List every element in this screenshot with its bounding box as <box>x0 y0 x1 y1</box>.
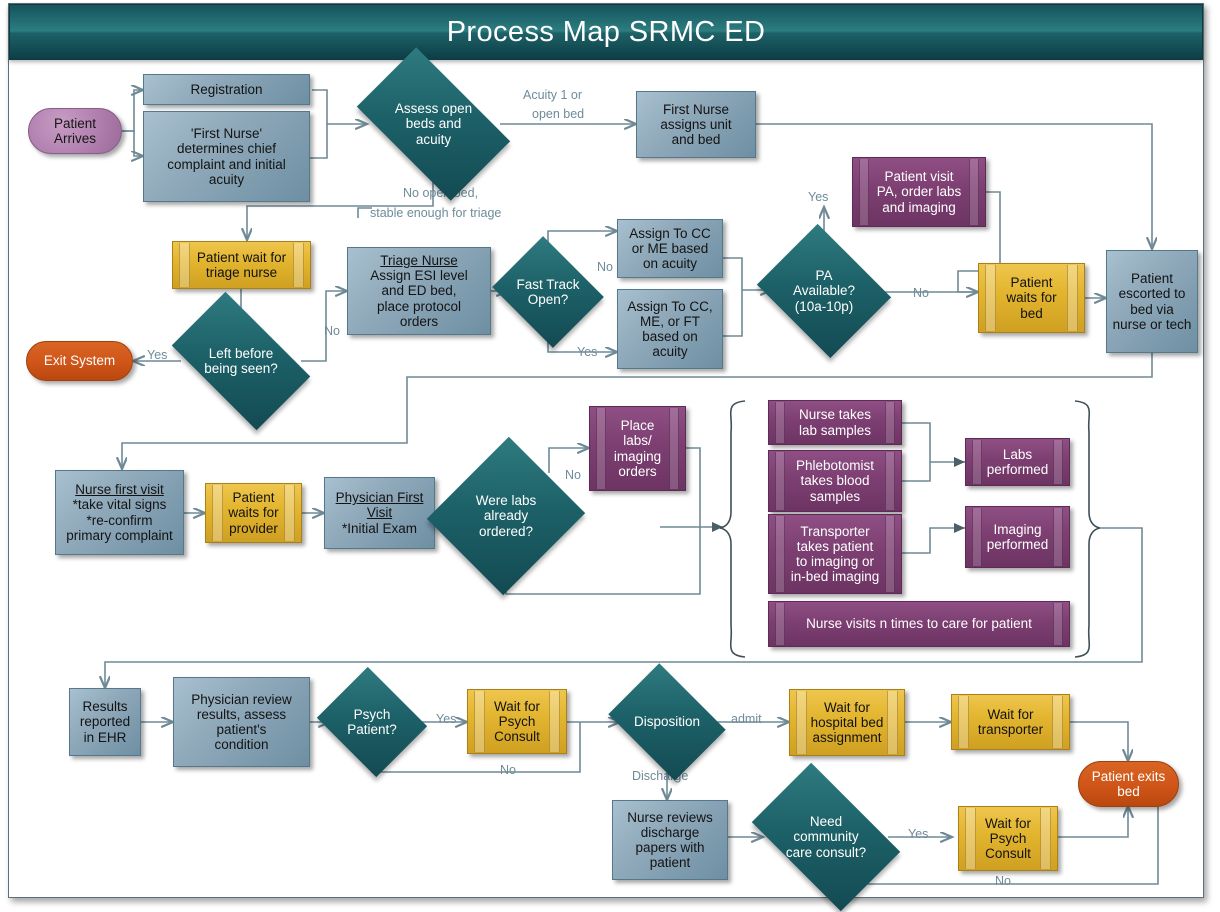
node-patient-escorted-to-bed[interactable]: Patient escorted to bed via nurse or tec… <box>1106 250 1198 353</box>
node-patient-escorted-to-bed-label: Patient escorted to bed via nurse or tec… <box>1112 271 1192 332</box>
node-nurse-first-visit[interactable]: Nurse first visit *take vital signs *re-… <box>55 470 184 555</box>
node-place-labs-orders[interactable]: Place labs/ imaging orders <box>589 406 686 491</box>
node-left-before-seen-label: Left before being seen? <box>204 345 278 376</box>
node-exit-system-label: Exit System <box>43 353 116 369</box>
node-fast-track-open-label: Fast Track Open? <box>516 276 580 307</box>
node-nurse-takes-lab-samples[interactable]: Nurse takes lab samples <box>768 400 902 445</box>
node-assign-cc-me-ft[interactable]: Assign To CC, ME, or FT based on acuity <box>617 289 723 369</box>
node-patient-waits-bed[interactable]: Patient waits for bed <box>978 263 1085 333</box>
node-assign-cc-me-label: Assign To CC or ME based on acuity <box>629 225 711 272</box>
edge-label-pa-yes: Yes <box>808 190 829 204</box>
node-patient-waits-bed-label: Patient waits for bed <box>1006 275 1057 321</box>
node-results-reported-ehr[interactable]: Results reported in EHR <box>69 688 141 756</box>
node-pa-available-label: PA Available? (10a-10p) <box>792 268 856 314</box>
node-nurse-first-visit-body: *take vital signs *re-confirm primary co… <box>66 497 173 543</box>
node-place-labs-orders-label: Place labs/ imaging orders <box>613 418 662 479</box>
node-phlebotomist-takes-blood-label: Phlebotomist takes blood samples <box>795 458 875 504</box>
node-nurse-visits-n-times-label: Nurse visits n times to care for patient <box>806 616 1032 632</box>
node-labs-performed-label: Labs performed <box>986 446 1049 477</box>
node-imaging-performed[interactable]: Imaging performed <box>965 506 1070 568</box>
node-results-reported-ehr-label: Results reported in EHR <box>79 699 131 745</box>
node-disposition-label: Disposition <box>633 714 701 730</box>
node-physician-first-visit-body: *Initial Exam <box>341 520 418 536</box>
node-wait-psych-consult-2[interactable]: Wait for Psych Consult <box>958 806 1058 871</box>
node-wait-hospital-bed-assignment[interactable]: Wait for hospital bed assignment <box>789 689 905 756</box>
node-exit-system[interactable]: Exit System <box>26 341 133 381</box>
node-patient-exits-bed-label: Patient exits bed <box>1091 768 1166 799</box>
node-nurse-takes-lab-samples-label: Nurse takes lab samples <box>798 407 872 438</box>
process-map-canvas: Process Map SRMC ED Acuity 1 or open bed… <box>0 0 1220 912</box>
node-patient-waits-provider-label: Patient waits for provider <box>228 490 279 536</box>
node-wait-psych-consult-1[interactable]: Wait for Psych Consult <box>467 689 567 754</box>
edge-label-psych-no: No <box>500 763 516 777</box>
edge-label-ft-no: No <box>597 260 613 274</box>
node-imaging-performed-label: Imaging performed <box>986 521 1049 552</box>
node-transporter-takes-patient[interactable]: Transporter takes patient to imaging or … <box>768 514 902 594</box>
node-nurse-reviews-discharge-label: Nurse reviews discharge papers with pati… <box>627 809 713 871</box>
node-left-before-seen[interactable]: Left before being seen? <box>171 291 311 431</box>
page-title: Process Map SRMC ED <box>446 15 766 48</box>
edge-label-acuity-1: Acuity 1 or <box>523 88 583 102</box>
node-registration-label: Registration <box>190 81 263 97</box>
node-nurse-reviews-discharge[interactable]: Nurse reviews discharge papers with pati… <box>612 800 728 880</box>
node-wait-psych-consult-1-label: Wait for Psych Consult <box>493 698 540 745</box>
node-triage-nurse-title: Triage Nurse <box>380 253 458 269</box>
node-need-community-care[interactable]: Need community care consult? <box>751 762 901 912</box>
edge-label-community-yes: Yes <box>908 827 929 841</box>
edge-label-noopenbed-2: stable enough for triage <box>370 206 502 220</box>
node-registration[interactable]: Registration <box>143 74 310 105</box>
node-nurse-first-visit-title: Nurse first visit <box>75 482 164 498</box>
node-patient-wait-triage[interactable]: Patient wait for triage nurse <box>172 241 311 289</box>
edge-label-admit: admit <box>731 712 762 726</box>
node-patient-exits-bed[interactable]: Patient exits bed <box>1078 761 1179 807</box>
node-assess-open-beds-label: Assess open beds and acuity <box>394 101 473 147</box>
node-triage-nurse[interactable]: Triage Nurse Assign ESI level and ED bed… <box>347 247 491 335</box>
edge-label-left-yes: Yes <box>147 348 168 362</box>
title-banner: Process Map SRMC ED <box>9 4 1203 60</box>
node-patient-arrives[interactable]: Patient Arrives <box>28 108 122 154</box>
node-wait-hospital-bed-assignment-label: Wait for hospital bed assignment <box>810 699 884 746</box>
node-patient-visit-pa-label: Patient visit PA, order labs and imaging <box>876 169 962 215</box>
node-were-labs-ordered[interactable]: Were labs already ordered? <box>426 436 586 596</box>
node-need-community-care-label: Need community care consult? <box>785 814 867 860</box>
node-patient-waits-provider[interactable]: Patient waits for provider <box>205 483 302 543</box>
node-first-nurse-assigns-label: First Nurse assigns unit and bed <box>660 101 732 148</box>
node-physician-first-visit[interactable]: Physician First Visit *Initial Exam <box>324 477 435 549</box>
edge-label-left-no: No <box>324 324 340 338</box>
node-nurse-visits-n-times[interactable]: Nurse visits n times to care for patient <box>768 601 1070 647</box>
node-psych-patient-label: Psych Patient? <box>347 706 397 737</box>
edge-label-acuity-2: open bed <box>532 107 585 121</box>
node-were-labs-ordered-label: Were labs already ordered? <box>475 493 537 539</box>
node-physician-first-visit-title: Physician First Visit <box>335 490 424 521</box>
node-transporter-takes-patient-label: Transporter takes patient to imaging or … <box>790 523 880 585</box>
node-triage-nurse-body: Assign ESI level and ED bed, place proto… <box>370 268 468 329</box>
node-assign-cc-me[interactable]: Assign To CC or ME based on acuity <box>617 219 723 278</box>
node-labs-performed[interactable]: Labs performed <box>965 438 1070 486</box>
node-patient-wait-triage-label: Patient wait for triage nurse <box>196 249 287 280</box>
node-fast-track-open[interactable]: Fast Track Open? <box>492 236 604 348</box>
node-patient-visit-pa[interactable]: Patient visit PA, order labs and imaging <box>852 157 986 227</box>
edge-label-pa-no: No <box>913 286 929 300</box>
node-physician-review-results[interactable]: Physician review results, assess patient… <box>173 677 310 767</box>
node-psych-patient[interactable]: Psych Patient? <box>316 666 428 778</box>
node-disposition[interactable]: Disposition <box>608 663 726 781</box>
node-wait-transporter-label: Wait for transporter <box>977 706 1044 737</box>
edge-label-ft-yes: Yes <box>577 345 598 359</box>
node-assess-open-beds[interactable]: Assess open beds and acuity <box>356 47 511 201</box>
node-first-nurse-assigns[interactable]: First Nurse assigns unit and bed <box>636 91 756 158</box>
node-patient-arrives-label: Patient Arrives <box>53 115 97 146</box>
node-physician-review-results-label: Physician review results, assess patient… <box>191 691 292 753</box>
node-pa-available[interactable]: PA Available? (10a-10p) <box>756 223 892 359</box>
node-first-nurse-determines-label: 'First Nurse' determines chief complaint… <box>167 126 286 187</box>
node-phlebotomist-takes-blood[interactable]: Phlebotomist takes blood samples <box>768 450 902 512</box>
edge-label-psych-yes: Yes <box>436 712 457 726</box>
node-assign-cc-me-ft-label: Assign To CC, ME, or FT based on acuity <box>627 298 713 360</box>
edge-label-community-no: No <box>995 874 1011 888</box>
node-wait-transporter[interactable]: Wait for transporter <box>951 694 1070 750</box>
node-wait-psych-consult-2-label: Wait for Psych Consult <box>984 815 1031 862</box>
edge-label-labs-no: No <box>565 468 581 482</box>
node-first-nurse-determines[interactable]: 'First Nurse' determines chief complaint… <box>143 111 310 202</box>
